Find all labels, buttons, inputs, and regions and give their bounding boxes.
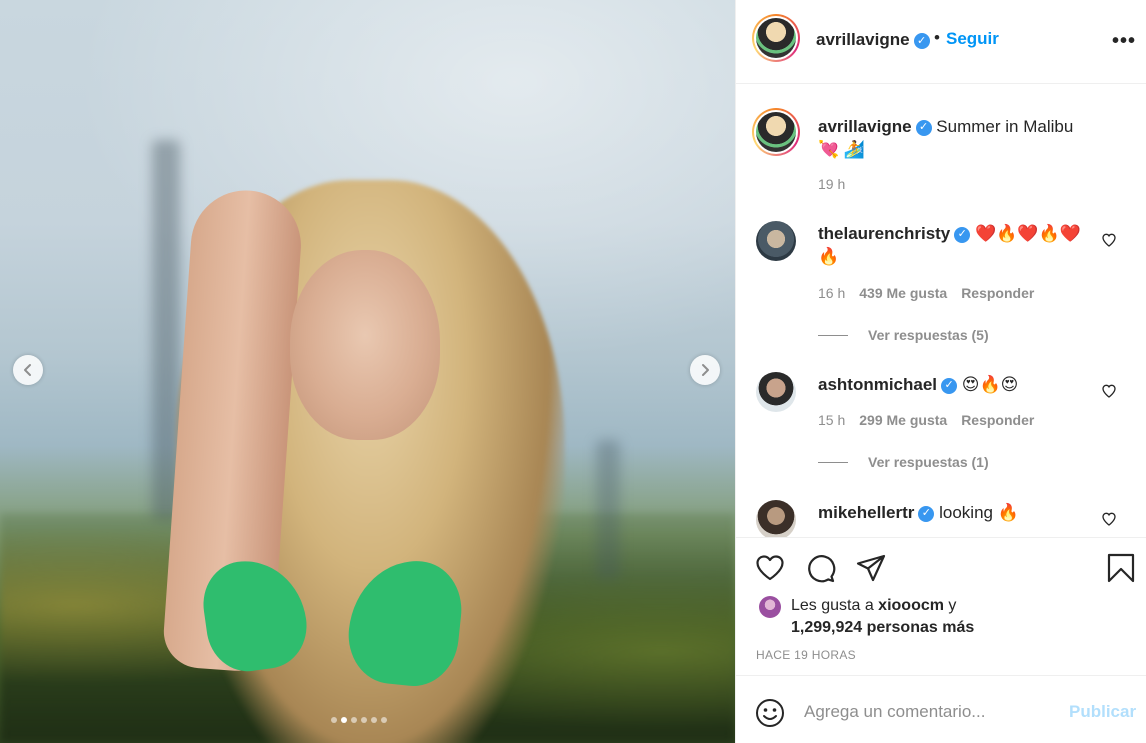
view-replies-button[interactable]: Ver respuestas (5) bbox=[818, 327, 989, 343]
share-paper-plane-icon[interactable] bbox=[855, 552, 887, 584]
post-details-panel: avrillavigne ✓ • Seguir ••• avrillavigne ✓… bbox=[735, 0, 1146, 743]
emoji-smiley-icon[interactable] bbox=[754, 697, 786, 729]
likes-joiner: y bbox=[943, 597, 957, 614]
author-avatar[interactable] bbox=[752, 14, 800, 62]
separator-dot: • bbox=[934, 28, 940, 47]
liked-by-avatar[interactable] bbox=[759, 596, 781, 618]
comment-likes[interactable]: 439 Me gusta bbox=[859, 285, 947, 301]
post-timestamp[interactable]: HACE 19 HORAS bbox=[756, 648, 856, 662]
more-options-icon[interactable]: ••• bbox=[1112, 30, 1136, 53]
follow-button[interactable]: Seguir bbox=[946, 29, 999, 49]
comment-time[interactable]: 16 h bbox=[818, 285, 845, 301]
replies-divider bbox=[818, 461, 848, 463]
comment-username[interactable]: thelaurenchristy bbox=[818, 224, 950, 243]
verified-badge-icon: ✓ bbox=[913, 32, 930, 49]
commenter-avatar[interactable] bbox=[756, 221, 796, 261]
comment-bubble-icon[interactable] bbox=[805, 552, 837, 584]
post-header: avrillavigne ✓ • Seguir ••• bbox=[736, 0, 1146, 84]
likes-summary: Les gusta a xiooocm y 1,299,924 personas… bbox=[791, 595, 974, 639]
caption-text-block: avrillavigne ✓ Summer in Malibu 💘 🏄 bbox=[818, 115, 1098, 161]
save-bookmark-icon[interactable] bbox=[1105, 552, 1137, 584]
commenter-avatar[interactable] bbox=[756, 372, 796, 412]
comment-text: looking 🔥 bbox=[939, 503, 1019, 522]
carousel-dot bbox=[351, 717, 357, 723]
chevron-left-icon bbox=[24, 364, 31, 376]
verified-badge-icon: ✓ bbox=[915, 119, 932, 136]
reply-button[interactable]: Responder bbox=[961, 285, 1034, 301]
comment-meta: 16 h 439 Me gusta Responder bbox=[818, 285, 1034, 301]
view-replies-label: Ver respuestas (5) bbox=[868, 327, 989, 343]
post-actions: Les gusta a xiooocm y 1,299,924 personas… bbox=[736, 537, 1146, 675]
verified-badge-icon: ✓ bbox=[918, 505, 935, 522]
like-heart-icon[interactable] bbox=[754, 552, 786, 584]
comment-meta: 15 h 299 Me gusta Responder bbox=[818, 412, 1034, 428]
comments-list[interactable]: avrillavigne ✓ Summer in Malibu 💘 🏄 19 h … bbox=[736, 85, 1146, 537]
comment-time[interactable]: 15 h bbox=[818, 412, 845, 428]
comment-input[interactable] bbox=[804, 698, 1054, 726]
view-replies-label: Ver respuestas (1) bbox=[868, 454, 989, 470]
comment-username[interactable]: ashtonmichael bbox=[818, 375, 937, 394]
carousel-dot bbox=[331, 717, 337, 723]
publish-button[interactable]: Publicar bbox=[1069, 702, 1136, 722]
comment-username[interactable]: mikehellertr bbox=[818, 503, 914, 522]
chevron-right-icon bbox=[702, 364, 709, 376]
caption-username[interactable]: avrillavigne bbox=[818, 117, 912, 136]
view-replies-button[interactable]: Ver respuestas (1) bbox=[818, 454, 989, 470]
caption-meta: 19 h bbox=[818, 176, 845, 192]
comment-likes[interactable]: 299 Me gusta bbox=[859, 412, 947, 428]
post-photo[interactable] bbox=[0, 0, 735, 743]
carousel-dot bbox=[341, 717, 347, 723]
commenter-avatar[interactable] bbox=[756, 500, 796, 537]
author-username[interactable]: avrillavigne ✓ bbox=[816, 30, 930, 50]
liked-by-username[interactable]: xiooocm bbox=[878, 597, 944, 614]
verified-badge-icon: ✓ bbox=[954, 226, 971, 243]
photo-subject-face bbox=[290, 250, 440, 440]
caption-time[interactable]: 19 h bbox=[818, 176, 845, 192]
carousel-next-button[interactable] bbox=[690, 355, 720, 385]
carousel-dot bbox=[371, 717, 377, 723]
replies-divider bbox=[818, 334, 848, 336]
author-avatar[interactable] bbox=[752, 108, 800, 156]
comment-like-heart-icon[interactable] bbox=[1101, 383, 1117, 399]
comment-text-block: thelaurenchristy ✓ ❤️🔥❤️🔥❤️ 🔥 bbox=[818, 222, 1098, 268]
carousel-dot bbox=[381, 717, 387, 723]
carousel-indicator bbox=[331, 717, 387, 723]
carousel-dot bbox=[361, 717, 367, 723]
reply-button[interactable]: Responder bbox=[961, 412, 1034, 428]
carousel-prev-button[interactable] bbox=[13, 355, 43, 385]
likes-count[interactable]: 1,299,924 personas más bbox=[791, 619, 974, 636]
comment-like-heart-icon[interactable] bbox=[1101, 511, 1117, 527]
comment-text-block: ashtonmichael ✓ 😍🔥😍 bbox=[818, 373, 1098, 396]
likes-prefix: Les gusta a bbox=[791, 597, 879, 614]
comment-text: 😍🔥😍 bbox=[961, 375, 1019, 394]
verified-badge-icon: ✓ bbox=[941, 377, 958, 394]
add-comment-form: Publicar bbox=[736, 675, 1146, 743]
comment-text-block: mikehellertr ✓ looking 🔥 bbox=[818, 501, 1098, 524]
comment-like-heart-icon[interactable] bbox=[1101, 232, 1117, 248]
